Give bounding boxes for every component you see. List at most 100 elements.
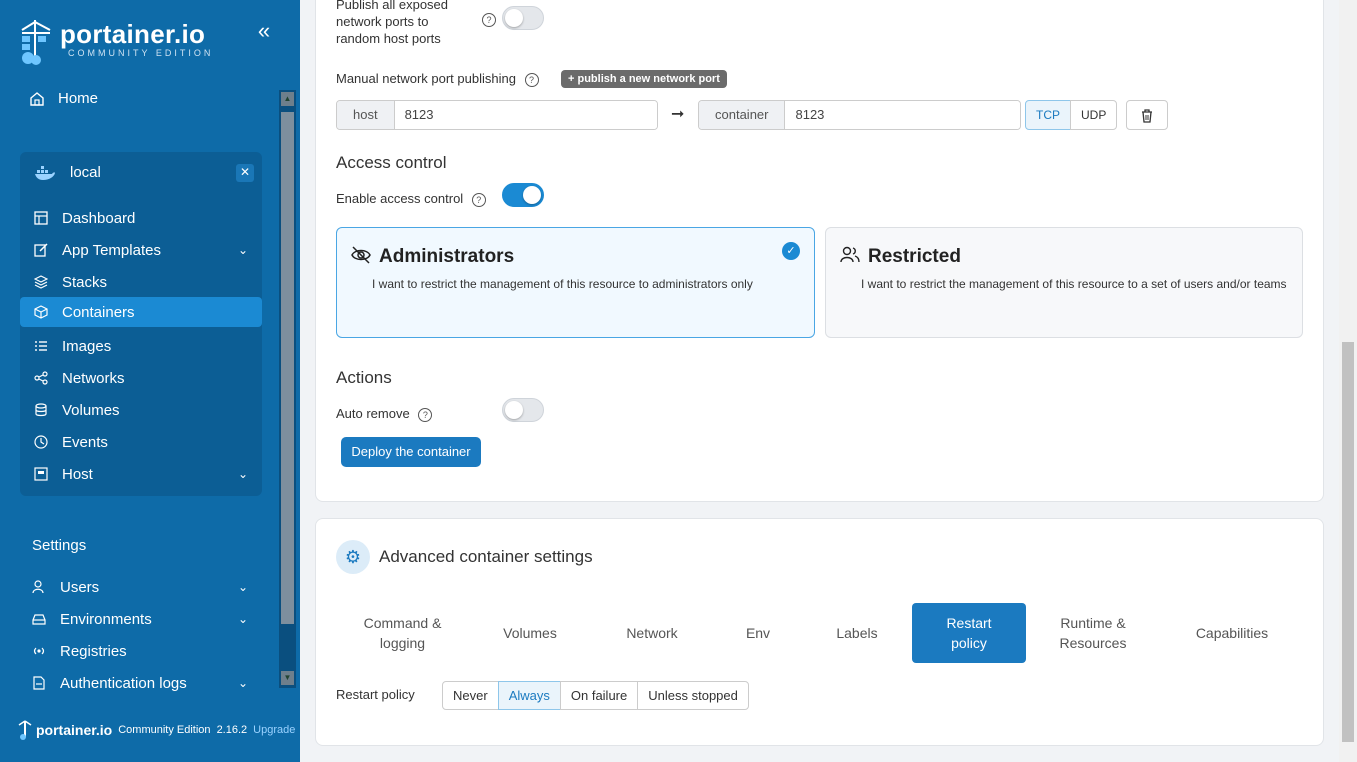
protocol-selector: TCP UDP bbox=[1025, 100, 1118, 130]
logs-icon bbox=[33, 676, 45, 690]
stacks-icon bbox=[34, 275, 48, 289]
host-port-input[interactable]: 8123 bbox=[394, 101, 657, 129]
auto-remove-label: Auto remove ? bbox=[336, 406, 433, 422]
sidebar-item-host[interactable]: Host ⌄ bbox=[20, 459, 262, 489]
restart-on-failure-button[interactable]: On failure bbox=[559, 681, 639, 710]
sidebar-item-images[interactable]: Images bbox=[20, 331, 262, 361]
sidebar-item-events[interactable]: Events bbox=[20, 427, 262, 457]
container-port-input[interactable]: 8123 bbox=[785, 101, 1020, 129]
remove-port-button[interactable] bbox=[1126, 100, 1168, 130]
sidebar-item-volumes[interactable]: Volumes bbox=[20, 395, 262, 425]
main-scrollbar[interactable] bbox=[1339, 0, 1357, 762]
sidebar-item-label: Containers bbox=[62, 303, 135, 321]
portainer-logo-icon bbox=[21, 20, 51, 65]
tab-runtime-resources[interactable]: Runtime & Resources bbox=[1040, 603, 1146, 663]
enable-access-toggle[interactable] bbox=[502, 183, 544, 207]
scroll-up-icon[interactable]: ▲ bbox=[281, 92, 294, 106]
tab-restart-policy[interactable]: Restart policy bbox=[912, 603, 1026, 663]
host-port-group: host 8123 bbox=[336, 100, 658, 130]
gear-icon: ⚙ bbox=[336, 540, 370, 574]
sidebar-item-label: Images bbox=[62, 337, 112, 355]
advanced-settings-heading: Advanced container settings bbox=[379, 547, 593, 566]
events-icon bbox=[34, 435, 48, 449]
sidebar-item-label: Users bbox=[60, 578, 100, 596]
publish-all-ports-toggle[interactable] bbox=[502, 6, 544, 30]
collapse-sidebar-icon[interactable]: « bbox=[252, 20, 276, 44]
sidebar: portainer.io COMMUNITY EDITION « Home lo… bbox=[0, 0, 300, 762]
sidebar-item-dashboard[interactable]: Dashboard bbox=[20, 203, 262, 233]
sidebar-item-label: Registries bbox=[60, 642, 127, 660]
sidebar-item-label: Events bbox=[62, 433, 108, 451]
sidebar-item-label: Stacks bbox=[62, 273, 108, 291]
sidebar-item-users[interactable]: Users ⌄ bbox=[32, 572, 252, 602]
restricted-option[interactable]: Restricted I want to restrict the manage… bbox=[825, 227, 1303, 338]
restart-policy-label: Restart policy bbox=[336, 687, 415, 702]
sidebar-item-stacks[interactable]: Stacks bbox=[20, 267, 262, 297]
sidebar-item-label: Authentication logs bbox=[60, 674, 187, 692]
help-icon[interactable]: ? bbox=[471, 192, 486, 207]
sidebar-item-label: Environments bbox=[60, 610, 152, 628]
auto-remove-toggle[interactable] bbox=[502, 398, 544, 422]
tab-command-logging[interactable]: Command & logging bbox=[345, 603, 460, 663]
eye-off-icon bbox=[351, 246, 371, 264]
sidebar-footer: portainer.io Community Edition 2.16.2 Up… bbox=[18, 720, 295, 740]
help-icon[interactable]: ? bbox=[418, 407, 433, 422]
registries-icon bbox=[33, 647, 45, 655]
help-icon[interactable]: ? bbox=[524, 72, 539, 87]
chevron-down-icon[interactable]: ⌄ bbox=[238, 612, 248, 626]
sidebar-item-networks[interactable]: Networks bbox=[20, 363, 262, 393]
edit-icon bbox=[34, 243, 48, 257]
tab-volumes[interactable]: Volumes bbox=[480, 603, 580, 663]
sidebar-item-registries[interactable]: Registries bbox=[32, 636, 252, 666]
logo-title: portainer.io bbox=[60, 19, 206, 49]
scroll-down-icon[interactable]: ▼ bbox=[281, 671, 294, 685]
main-scroll-thumb[interactable] bbox=[1342, 342, 1354, 742]
restart-never-button[interactable]: Never bbox=[442, 681, 499, 710]
deploy-container-button[interactable]: Deploy the container bbox=[341, 437, 481, 467]
tab-env[interactable]: Env bbox=[724, 603, 792, 663]
container-addon: container bbox=[699, 101, 786, 129]
sidebar-item-authentication-logs[interactable]: Authentication logs ⌄ bbox=[32, 668, 252, 698]
restart-unless-stopped-button[interactable]: Unless stopped bbox=[637, 681, 749, 710]
sidebar-item-containers[interactable]: Containers bbox=[20, 297, 262, 327]
publish-new-port-button[interactable]: + publish a new network port bbox=[561, 70, 727, 88]
administrators-option[interactable]: Administrators I want to restrict the ma… bbox=[336, 227, 815, 338]
footer-version: 2.16.2 bbox=[216, 724, 248, 736]
manual-port-label-text: Manual network port publishing bbox=[336, 71, 516, 86]
udp-button[interactable]: UDP bbox=[1070, 100, 1118, 130]
restricted-title: Restricted bbox=[868, 246, 961, 267]
sidebar-item-home[interactable]: Home bbox=[30, 90, 98, 107]
close-environment-icon[interactable]: ✕ bbox=[236, 164, 254, 182]
environments-icon bbox=[32, 614, 46, 625]
networks-icon bbox=[34, 371, 48, 385]
restart-always-button[interactable]: Always bbox=[497, 681, 561, 710]
help-icon[interactable]: ? bbox=[482, 13, 496, 27]
chevron-down-icon[interactable]: ⌄ bbox=[238, 243, 248, 257]
tab-network[interactable]: Network bbox=[600, 603, 704, 663]
tab-capabilities[interactable]: Capabilities bbox=[1176, 603, 1288, 663]
enable-access-label: Enable access control ? bbox=[336, 191, 486, 207]
administrators-title: Administrators bbox=[379, 246, 515, 267]
chevron-down-icon[interactable]: ⌄ bbox=[238, 580, 248, 594]
tab-labels[interactable]: Labels bbox=[812, 603, 902, 663]
sidebar-item-label: Volumes bbox=[62, 401, 120, 419]
check-icon: ✓ bbox=[782, 242, 800, 260]
sidebar-item-label: App Templates bbox=[62, 241, 161, 259]
sidebar-item-label: Home bbox=[58, 90, 99, 107]
chevron-down-icon[interactable]: ⌄ bbox=[238, 676, 248, 690]
upgrade-link[interactable]: Upgrade bbox=[253, 724, 295, 736]
tab-runtime-resources-label: Runtime & Resources bbox=[1059, 615, 1127, 651]
docker-icon bbox=[35, 165, 55, 180]
host-addon: host bbox=[337, 101, 395, 129]
sidebar-item-label: Networks bbox=[62, 369, 125, 387]
footer-edition: Community Edition bbox=[118, 724, 211, 736]
home-icon bbox=[30, 91, 44, 106]
sidebar-scroll-thumb[interactable] bbox=[281, 112, 294, 624]
environment-header[interactable]: local bbox=[34, 164, 101, 181]
tcp-button[interactable]: TCP bbox=[1025, 100, 1071, 130]
chevron-down-icon[interactable]: ⌄ bbox=[238, 467, 248, 481]
sidebar-scrollbar[interactable]: ▲ ▼ bbox=[279, 90, 296, 688]
sidebar-item-environments[interactable]: Environments ⌄ bbox=[32, 604, 252, 634]
portainer-logo[interactable]: portainer.io COMMUNITY EDITION bbox=[18, 18, 213, 66]
sidebar-item-app-templates[interactable]: App Templates ⌄ bbox=[20, 235, 262, 265]
